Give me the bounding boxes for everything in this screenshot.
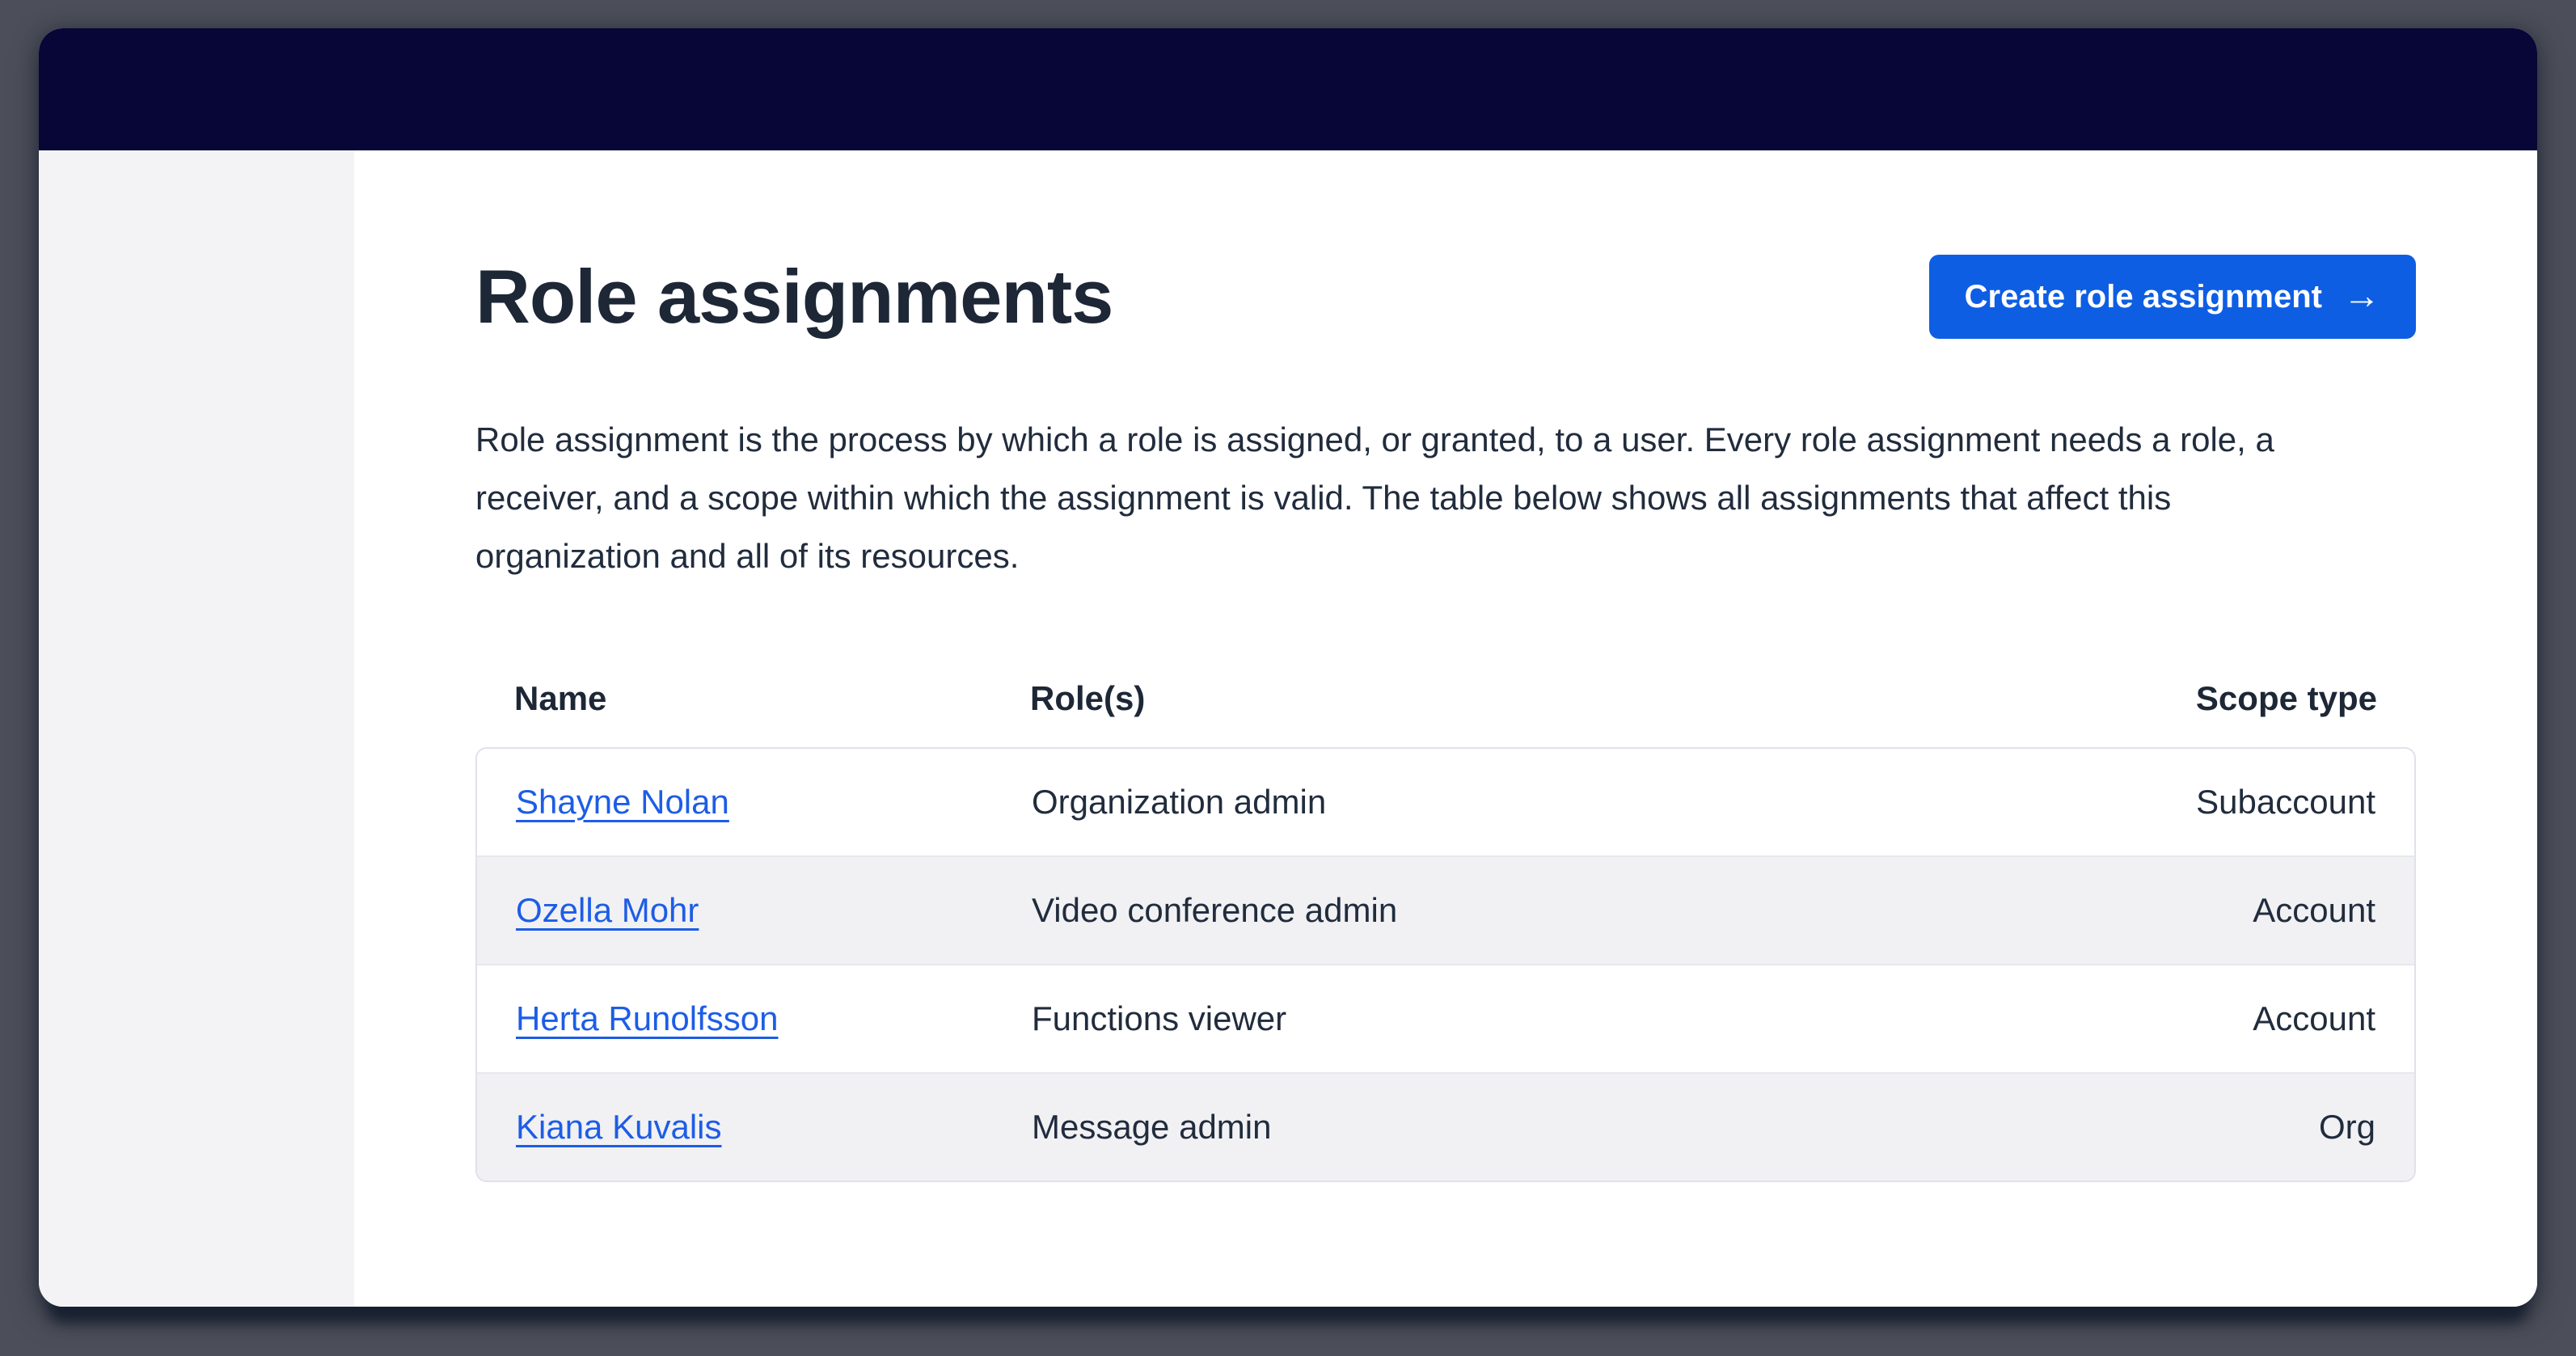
page-header: Role assignments Create role assignment … (475, 254, 2416, 340)
role-assignments-table: Shayne Nolan Organization admin Subaccou… (475, 747, 2416, 1182)
table-row: Ozella Mohr Video conference admin Accou… (477, 855, 2414, 964)
sidebar (39, 150, 354, 1307)
name-cell: Ozella Mohr (477, 891, 1032, 930)
page-description: Role assignment is the process by which … (475, 411, 2416, 585)
table-row: Kiana Kuvalis Message admin Org (477, 1072, 2414, 1181)
name-cell: Herta Runolfsson (477, 999, 1032, 1038)
desktop-background: Role assignments Create role assignment … (0, 0, 2576, 1356)
main-content: Role assignments Create role assignment … (354, 150, 2537, 1307)
scope-cell: Subaccount (1913, 783, 2414, 822)
role-cell: Organization admin (1032, 783, 1913, 822)
name-link[interactable]: Ozella Mohr (516, 891, 699, 929)
description-line: organization and all of its resources. (475, 527, 2416, 585)
app-window: Role assignments Create role assignment … (39, 28, 2537, 1307)
name-cell: Shayne Nolan (477, 783, 1032, 822)
scope-cell: Org (1913, 1108, 2414, 1147)
page-title: Role assignments (475, 254, 1113, 340)
column-header-roles: Role(s) (1030, 679, 1915, 718)
app-body: Role assignments Create role assignment … (39, 150, 2537, 1307)
name-cell: Kiana Kuvalis (477, 1108, 1032, 1147)
description-line: receiver, and a scope within which the a… (475, 469, 2416, 527)
app-header-bar (39, 28, 2537, 150)
name-link[interactable]: Herta Runolfsson (516, 999, 779, 1037)
description-line: Role assignment is the process by which … (475, 411, 2416, 469)
role-cell: Functions viewer (1032, 999, 1913, 1038)
column-header-name: Name (475, 679, 1030, 718)
table-row: Herta Runolfsson Functions viewer Accoun… (477, 964, 2414, 1072)
scope-cell: Account (1913, 999, 2414, 1038)
table-row: Shayne Nolan Organization admin Subaccou… (477, 749, 2414, 855)
role-cell: Message admin (1032, 1108, 1913, 1147)
role-cell: Video conference admin (1032, 891, 1913, 930)
name-link[interactable]: Kiana Kuvalis (516, 1108, 721, 1146)
arrow-right-icon: → (2343, 277, 2380, 314)
name-link[interactable]: Shayne Nolan (516, 783, 729, 821)
column-header-scope: Scope type (1915, 679, 2416, 718)
table-header-row: Name Role(s) Scope type (475, 666, 2416, 731)
create-role-assignment-button[interactable]: Create role assignment → (1929, 255, 2416, 339)
scope-cell: Account (1913, 891, 2414, 930)
create-button-label: Create role assignment (1965, 281, 2322, 313)
